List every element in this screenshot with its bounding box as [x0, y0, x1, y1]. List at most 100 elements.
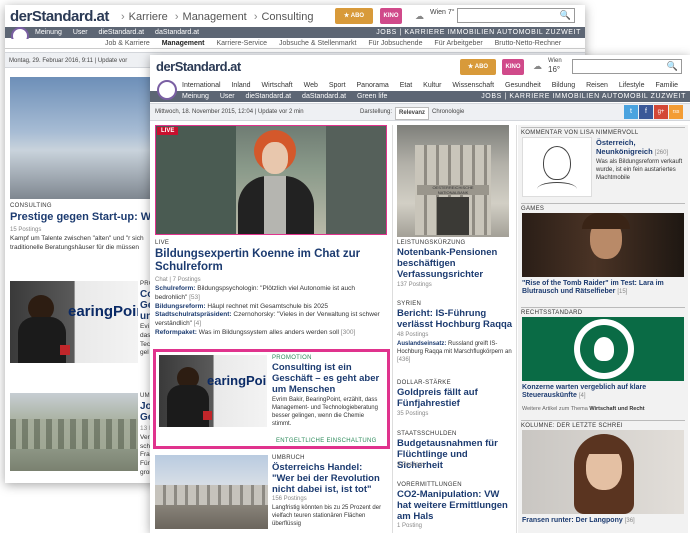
search-input[interactable]: 🔍 [457, 8, 575, 23]
nav-item[interactable]: dieStandard.at [246, 93, 292, 100]
kino-badge[interactable]: KINO [380, 8, 402, 24]
umbruch-postings[interactable]: 156 Postings [272, 496, 307, 502]
breadcrumb-item[interactable]: Consulting [261, 11, 313, 23]
subnav-item[interactable]: Für Arbeitgeber [434, 40, 482, 47]
twitter-icon[interactable]: t [624, 105, 638, 119]
article-title[interactable]: Prestige gegen Start-up: W [10, 211, 151, 224]
kommentar-head[interactable]: Österreich, Neunkönigreich [260] [596, 138, 684, 157]
related-link[interactable]: Reformpaket: Was im Bildungssystem alles… [155, 329, 387, 338]
games-head[interactable]: "Rise of the Tomb Raider" im Test: Lara … [522, 280, 684, 296]
site-logo[interactable]: derStandard.at [10, 8, 109, 25]
mid-postings[interactable]: 1 Posting [397, 523, 422, 529]
breadcrumb-item[interactable]: Management [183, 11, 247, 23]
kino-badge[interactable]: KINO [502, 59, 524, 75]
ad-badge[interactable]: ★ ABO [335, 8, 373, 24]
column-divider [516, 125, 517, 533]
mid-title[interactable]: Notenbank-Pensionen beschäftigen Verfass… [397, 247, 513, 281]
section-link[interactable]: International [182, 82, 221, 89]
nav-item[interactable]: dieStandard.at [99, 29, 145, 36]
mid-postings[interactable]: 137 Postings [397, 282, 432, 288]
search-icon[interactable]: 🔍 [667, 61, 678, 72]
article-photo-maze[interactable] [10, 393, 138, 471]
weather-label: Wien 7° [430, 9, 455, 16]
nav-item[interactable]: Green life [357, 93, 387, 100]
section-link[interactable]: Gesundheit [505, 82, 541, 89]
mid-title[interactable]: Bericht: IS-Führung verlässt Hochburg Ra… [397, 308, 513, 331]
subnav-item[interactable]: Brutto-Netto-Rechner [495, 40, 562, 47]
nav-item[interactable]: daStandard.at [302, 93, 346, 100]
mid-title[interactable]: Goldpreis fällt auf Fünfjahrestief [397, 387, 513, 410]
view-chrono-tab[interactable]: Chronologie [432, 104, 464, 120]
article-postings[interactable]: 15 Postings [10, 227, 41, 233]
mid-title[interactable]: CO2-Manipulation: VW hat weitere Ermittl… [397, 489, 513, 523]
recht-more-link[interactable]: Weitere Artikel zum Thema Wirtschaft und… [522, 406, 684, 413]
mid-kicker: STAATSSCHULDEN [397, 431, 457, 437]
article-photo-bearingpoint[interactable]: earingPoint [10, 281, 138, 363]
umbruch-kicker: UMBRUCH [272, 455, 305, 461]
rss-icon[interactable]: rss [669, 105, 683, 119]
section-link[interactable]: Panorama [357, 82, 389, 89]
nav-item[interactable]: daStandard.at [155, 29, 199, 36]
home-icon[interactable] [157, 80, 177, 100]
lead-meta[interactable]: Chat | 7 Postings [155, 277, 201, 283]
kolumne-photo[interactable] [522, 430, 684, 514]
nav-right-links[interactable]: JOBS | KARRIERE IMMOBILIEN AUTOMOBIL ZUZ… [481, 91, 686, 102]
column-divider [392, 125, 393, 533]
subnav-item[interactable]: Management [162, 40, 205, 47]
facebook-icon[interactable]: f [639, 105, 653, 119]
section-link[interactable]: Lifestyle [619, 82, 645, 89]
photo-logo-text: earingPoint [68, 303, 138, 320]
umbruch-photo[interactable] [155, 455, 268, 529]
kolumne-head[interactable]: Fransen runter: Der Langpony [36] [522, 517, 684, 525]
lead-photo[interactable] [155, 125, 387, 235]
nav-item[interactable]: User [220, 93, 235, 100]
umbruch-text: Langfristig könnten bis zu 25 Prozent de… [272, 505, 382, 528]
photo-sign: OESTERREICHISCHE NATIONALBANK [417, 185, 489, 195]
view-relevance-tab[interactable]: Relevanz [395, 107, 430, 120]
section-link[interactable]: Familie [655, 82, 678, 89]
nationalbank-photo[interactable]: OESTERREICHISCHE NATIONALBANK [397, 125, 509, 237]
kommentar-sketch[interactable] [522, 137, 592, 197]
umbruch-title[interactable]: Österreichs Handel: "Wer bei der Revolut… [272, 462, 386, 496]
mid-kicker: SYRIEN [397, 301, 422, 307]
subnav-item[interactable]: Für Jobsuchende [368, 40, 422, 47]
lead-title[interactable]: Bildungsexpertin Koenne im Chat zur Schu… [155, 248, 387, 274]
related-link[interactable]: Schulreform: Bildungspsychologin: "Plötz… [155, 285, 387, 303]
mid-postings[interactable]: 9 Postings [397, 462, 425, 468]
nav-item[interactable]: Meinung [182, 93, 209, 100]
recht-photo[interactable] [522, 317, 684, 381]
promo-title[interactable]: Consulting ist ein Geschäft – es geht ab… [272, 362, 384, 396]
section-link[interactable]: Reisen [586, 82, 608, 89]
promo-photo[interactable]: earingPoint [159, 355, 267, 427]
section-link[interactable]: Sport [329, 82, 346, 89]
section-link[interactable]: Wirtschaft [262, 82, 293, 89]
mid-postings[interactable]: 48 Postings [397, 332, 428, 338]
related-link[interactable]: Stadtschulratspräsident: Czernohorsky: "… [155, 311, 387, 329]
section-link[interactable]: Etat [400, 82, 412, 89]
recht-head[interactable]: Konzerne warten vergeblich auf klare Ste… [522, 384, 684, 400]
siren-figure [594, 337, 614, 361]
subnav-item[interactable]: Karriere-Service [216, 40, 267, 47]
search-input[interactable]: 🔍 [572, 59, 682, 74]
subnav-item[interactable]: Job & Karriere [105, 40, 150, 47]
breadcrumb-item[interactable]: Karriere [129, 11, 168, 23]
subnav-item[interactable]: Jobsuche & Stellenmarkt [279, 40, 356, 47]
site-logo[interactable]: derStandard.at [156, 59, 241, 74]
section-link[interactable]: Bildung [552, 82, 575, 89]
googleplus-icon[interactable]: g+ [654, 105, 668, 119]
nav-item[interactable]: Meinung [35, 29, 62, 36]
breadcrumb: › Karriere › Management › Consulting [121, 11, 314, 23]
games-photo[interactable] [522, 213, 684, 277]
nav-right-links[interactable]: JOBS | KARRIERE IMMOBILIEN AUTOMOBIL ZUZ… [376, 27, 581, 38]
section-link[interactable]: Web [304, 82, 318, 89]
mid-related[interactable]: Auslandseinsatz: Russland greift IS-Hoch… [397, 340, 513, 364]
article-photo-sky[interactable] [10, 77, 155, 199]
ad-badge[interactable]: ★ ABO [460, 59, 496, 75]
related-link[interactable]: Bildungsreform: Häupl rechnet mit Gesamt… [155, 303, 387, 312]
nav-item[interactable]: User [73, 29, 88, 36]
section-link[interactable]: Inland [231, 82, 250, 89]
search-icon[interactable]: 🔍 [560, 10, 571, 21]
mid-postings[interactable]: 35 Postings [397, 411, 428, 417]
section-link[interactable]: Kultur [423, 82, 441, 89]
section-link[interactable]: Wissenschaft [452, 82, 494, 89]
